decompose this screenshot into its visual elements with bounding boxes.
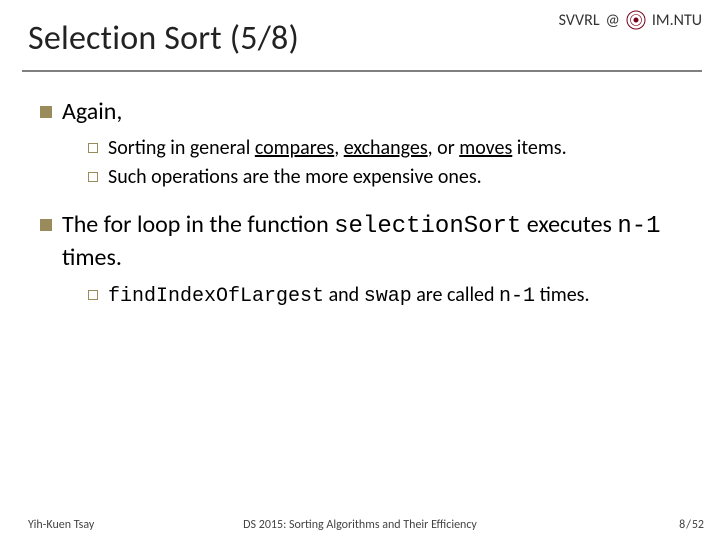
brand-at: @ (606, 11, 620, 30)
text-fragment: times. (535, 283, 589, 307)
slide: SVVRL @ IM.NTU Selection Sort (5/8) Agai… (0, 0, 720, 540)
sub-bullet-item: Such operations are the more expensive o… (88, 164, 690, 191)
slide-body: Again, Sorting in general compares, exch… (40, 88, 690, 310)
square-bullet-icon (40, 219, 52, 231)
code-term: swap (364, 285, 412, 308)
sub-bullet-text: Such operations are the more expensive o… (108, 164, 690, 191)
sub-bullet-text: findIndexOfLargest and swap are called n… (108, 282, 690, 310)
underlined-term: moves (459, 136, 512, 160)
text-fragment: Sorting in general (108, 136, 255, 160)
slide-header: SVVRL @ IM.NTU Selection Sort (5/8) (0, 10, 720, 59)
code-term: n-1 (617, 213, 660, 240)
page-title: Selection Sort (5/8) (28, 18, 702, 59)
bullet-text: Again, (62, 96, 690, 127)
hollow-square-bullet-icon (88, 290, 98, 300)
text-fragment: times. (62, 243, 122, 272)
code-term: n-1 (499, 285, 535, 308)
sub-bullet-group: findIndexOfLargest and swap are called n… (88, 282, 690, 310)
page-total: 52 (692, 518, 704, 532)
footer-author: Yih-Kuen Tsay (28, 518, 94, 532)
text-fragment: items. (512, 136, 566, 160)
footer-course: DS 2015: Sorting Algorithms and Their Ef… (0, 518, 720, 532)
text-fragment: , or (428, 136, 460, 160)
hollow-square-bullet-icon (88, 172, 98, 182)
brand-right: IM.NTU (652, 11, 702, 30)
sub-bullet-item: Sorting in general compares, exchanges, … (88, 135, 690, 162)
text-fragment: The for loop in the function (62, 210, 334, 239)
brand-left: SVVRL (559, 11, 600, 30)
sub-bullet-group: Sorting in general compares, exchanges, … (88, 135, 690, 191)
sub-bullet-item: findIndexOfLargest and swap are called n… (88, 282, 690, 310)
sub-bullet-text: Sorting in general compares, exchanges, … (108, 135, 690, 162)
bullet-item: Again, (40, 96, 690, 127)
page-separator: / (685, 518, 692, 532)
text-fragment: , (334, 136, 344, 160)
text-fragment: executes (521, 210, 617, 239)
footer-page: 8/52 (679, 518, 704, 532)
text-fragment: are called (412, 283, 499, 307)
square-bullet-icon (40, 106, 52, 118)
bullet-text: The for loop in the function selectionSo… (62, 209, 690, 273)
slide-footer: Yih-Kuen Tsay DS 2015: Sorting Algorithm… (0, 518, 720, 532)
seal-icon (626, 10, 646, 30)
underlined-term: compares (255, 136, 334, 160)
title-rule (22, 70, 702, 72)
code-term: findIndexOfLargest (108, 285, 324, 308)
bullet-item: The for loop in the function selectionSo… (40, 209, 690, 273)
hollow-square-bullet-icon (88, 143, 98, 153)
text-fragment: and (324, 283, 364, 307)
code-term: selectionSort (334, 213, 521, 240)
underlined-term: exchanges (344, 136, 428, 160)
